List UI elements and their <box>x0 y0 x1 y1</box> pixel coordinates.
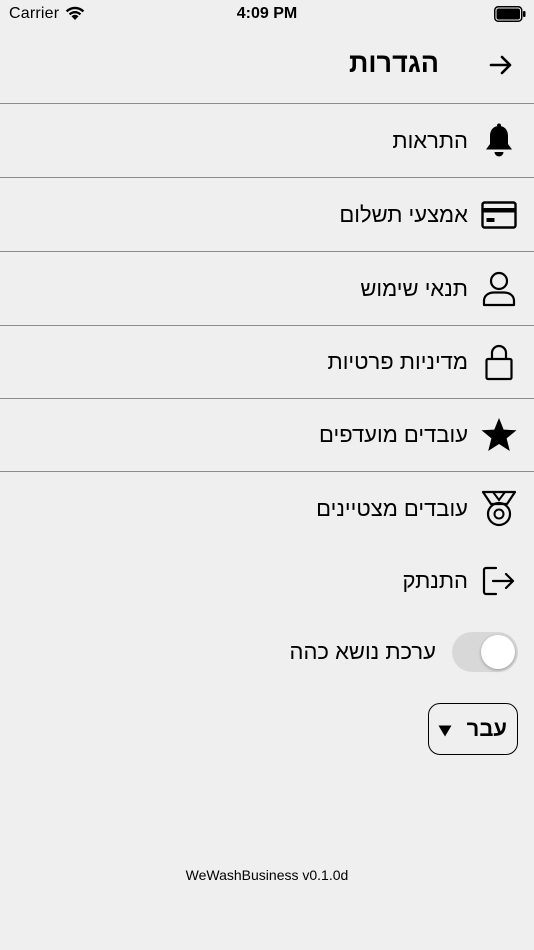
page-title: הגדרות <box>349 48 439 78</box>
language-select[interactable]: עבר <box>428 703 518 755</box>
user-icon <box>480 270 518 308</box>
lock-icon <box>480 343 518 381</box>
menu-item-outstanding-workers[interactable]: עובדים מצטיינים <box>0 472 534 546</box>
app-version: WeWashBusiness v0.1.0d <box>185 867 349 883</box>
menu-item-label: עובדים מועדפים <box>319 421 468 447</box>
caret-down-icon <box>438 724 452 742</box>
menu-item-label: התנתק <box>402 568 468 593</box>
menu-item-terms-of-use[interactable]: תנאי שימוש <box>0 252 534 326</box>
language-selected-value: עבר <box>466 716 507 741</box>
status-time: 4:09 PM <box>236 5 298 22</box>
credit-card-icon <box>480 196 518 234</box>
toggle-knob <box>481 635 515 669</box>
medal-icon <box>480 490 518 528</box>
menu-item-label: תנאי שימוש <box>360 275 468 301</box>
menu-item-logout[interactable]: התנתק <box>0 544 534 618</box>
menu-item-label: מדיניות פרטיות <box>327 348 469 374</box>
battery-icon <box>494 6 526 27</box>
logout-icon <box>480 562 518 600</box>
menu-item-label: אמצעי תשלום <box>339 201 468 227</box>
menu-item-privacy-policy[interactable]: מדיניות פרטיות <box>0 325 534 399</box>
status-bar: Carrier 4:09 PM <box>0 0 534 28</box>
menu-item-label: עובדים מצטיינים <box>316 496 468 521</box>
arrow-right-icon[interactable] <box>488 52 514 83</box>
menu-item-favorite-workers[interactable]: עובדים מועדפים <box>0 398 534 472</box>
header: הגדרות <box>0 28 534 104</box>
menu-item-payment-methods[interactable]: אמצעי תשלום <box>0 178 534 252</box>
menu-item-notifications[interactable]: התראות <box>0 104 534 178</box>
bell-icon <box>480 122 518 160</box>
star-icon <box>480 416 518 454</box>
menu-item-label: התראות <box>392 127 468 153</box>
dark-theme-row: ערכת נושא כהה <box>0 620 534 684</box>
dark-theme-toggle[interactable] <box>452 632 518 672</box>
dark-theme-label: ערכת נושא כהה <box>289 639 436 664</box>
